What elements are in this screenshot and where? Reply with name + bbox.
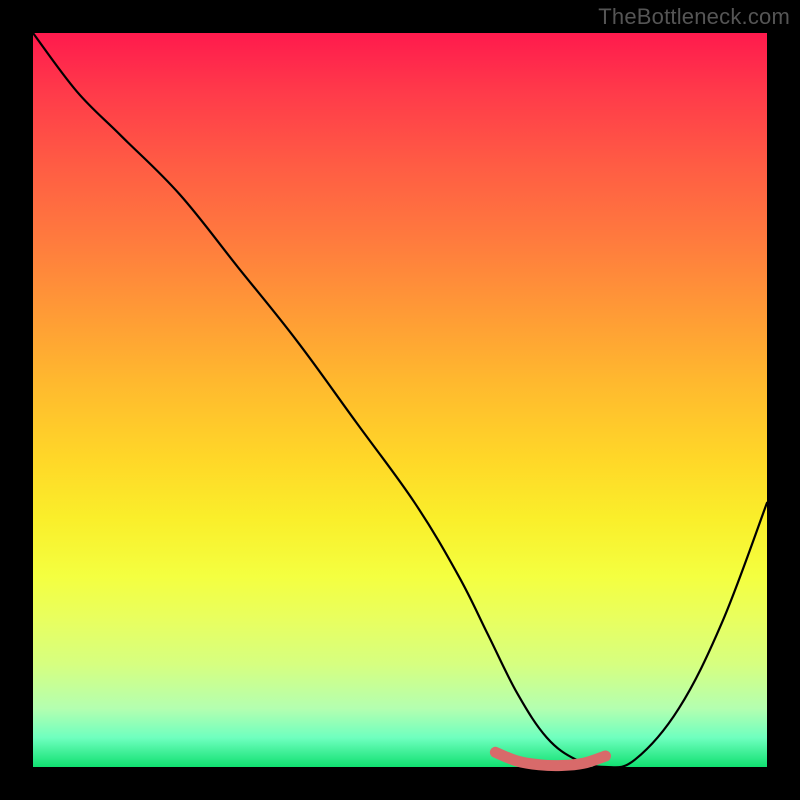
- highlight-segment-path: [495, 752, 605, 765]
- chart-svg: [33, 33, 767, 767]
- watermark-text: TheBottleneck.com: [598, 4, 790, 30]
- plot-area: [33, 33, 767, 767]
- bottleneck-curve-path: [33, 33, 767, 767]
